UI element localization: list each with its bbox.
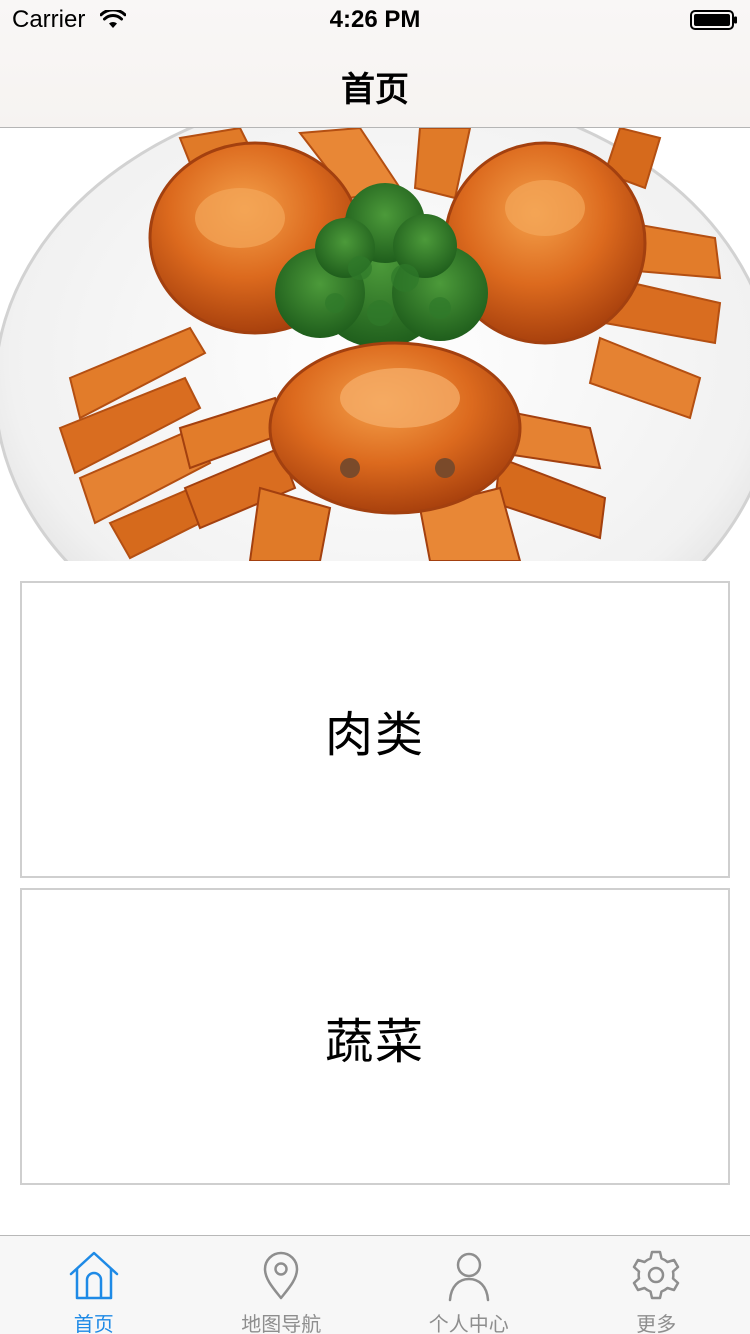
tab-profile[interactable]: 个人中心 [375,1236,563,1334]
status-bar: Carrier 4:26 PM [0,0,750,40]
person-icon [448,1252,489,1302]
tab-bar: 首页 地图导航 个人中心 更多 [0,1235,750,1334]
category-meat-card[interactable]: 肉类 [20,581,730,878]
tab-more-label: 更多 [636,1314,677,1334]
tab-home[interactable]: 首页 [0,1236,188,1334]
tab-more[interactable]: 更多 [563,1236,750,1334]
tab-map-navigation-label: 地图导航 [241,1314,322,1334]
map-pin-icon [264,1251,299,1300]
home-icon [69,1251,118,1300]
tab-home-label: 首页 [73,1314,114,1334]
category-vegetable-card[interactable]: 蔬菜 [20,888,730,1185]
crab-dish-image [0,128,750,561]
category-vegetable-label: 蔬菜 [324,1015,425,1069]
app-screen: Carrier 4:26 PM 首页 肉类 蔬菜 首页 地图导航 个人中心 更多 [0,0,750,1334]
page-title: 首页 [341,71,409,109]
battery-icon [690,10,737,30]
top-bar: Carrier 4:26 PM 首页 [0,0,750,128]
clock: 4:26 PM [329,6,421,33]
tab-profile-label: 个人中心 [428,1314,509,1334]
category-meat-label: 肉类 [324,708,425,762]
hero-banner [0,128,750,561]
tab-map-navigation[interactable]: 地图导航 [188,1236,376,1334]
gear-icon [633,1250,680,1300]
